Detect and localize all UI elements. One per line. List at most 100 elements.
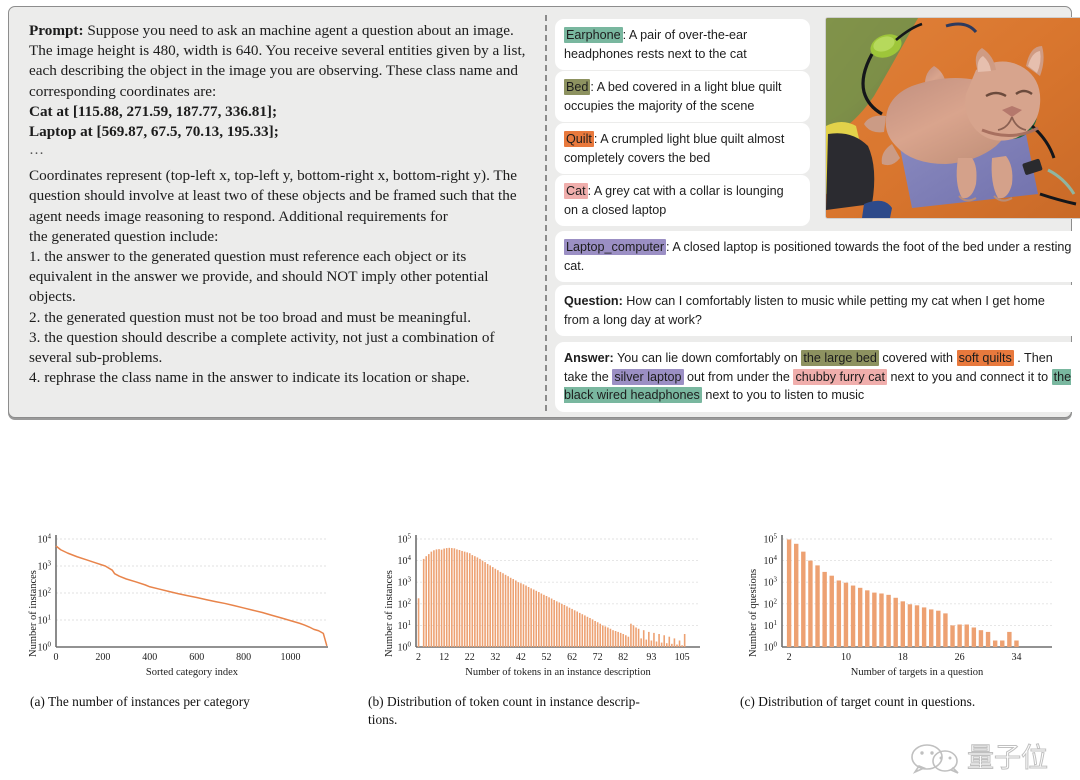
wechat-watermark: 量子位 <box>905 735 1065 775</box>
svg-text:1000: 1000 <box>280 652 300 663</box>
chart-a-ylabel: Number of instances <box>28 570 39 657</box>
entity-card-laptop-computer: Laptop_computer: A closed laptop is posi… <box>555 231 1080 283</box>
entity-card-quilt: Quilt: A crumpled light blue quilt almos… <box>555 123 810 175</box>
svg-text:101: 101 <box>398 619 412 632</box>
svg-text:200: 200 <box>95 652 110 663</box>
svg-text:93: 93 <box>646 652 656 663</box>
chart-b: Number of instances 100 101 102 103 104 105 2 1… <box>368 525 713 690</box>
svg-text:102: 102 <box>764 597 778 610</box>
prompt-paragraph: Prompt: Suppose you need to ask an machi… <box>29 21 529 102</box>
prompt-body: Coordinates represent (top-left x, top-l… <box>29 167 518 225</box>
answer-seg-4: out from under the <box>683 369 794 384</box>
answer-card: Answer: You can lie down comfortably on … <box>555 342 1080 412</box>
chart-c-ylabel: Number of questions <box>748 568 759 657</box>
entity-line-laptop: Laptop at [569.87, 67.5, 70.13, 195.33]; <box>29 123 279 141</box>
svg-text:72: 72 <box>593 652 603 663</box>
svg-text:Sorted category index: Sorted category index <box>146 667 239 678</box>
example-panel: Prompt: Suppose you need to ask an machi… <box>8 6 1080 418</box>
caption-a: (a) The number of instances per category <box>30 694 250 709</box>
svg-text:101: 101 <box>764 619 778 632</box>
entity-name-laptop-computer: Laptop_computer <box>564 239 667 255</box>
prompt-label: Prompt: <box>29 22 84 39</box>
svg-text:34: 34 <box>1011 652 1021 663</box>
svg-text:32: 32 <box>490 652 500 663</box>
svg-text:105: 105 <box>675 652 690 663</box>
entity-name-cat: Cat <box>564 183 588 199</box>
entity-card-cat: Cat: A grey cat with a collar is loungin… <box>555 175 810 227</box>
answer-highlight-cat: chubby furry cat <box>793 368 888 385</box>
answer-seg-1: You can lie down comfortably on <box>613 351 802 365</box>
answer-seg-2: covered with <box>878 351 957 365</box>
svg-text:100: 100 <box>38 641 52 654</box>
svg-text:Number of targets in a questio: Number of targets in a question <box>851 667 984 678</box>
prompt-requirement-3: 3. the question should describe a comple… <box>29 328 495 367</box>
svg-text:800: 800 <box>236 652 251 663</box>
prompt-requirement-1: 1. the answer to the generated question … <box>29 248 489 306</box>
svg-text:100: 100 <box>764 641 778 654</box>
entity-text-quilt: A crumpled light blue quilt almost compl… <box>564 132 785 165</box>
svg-text:12: 12 <box>439 652 449 663</box>
entity-line-cat: Cat at [115.88, 271.59, 187.77, 336.81]; <box>29 102 278 120</box>
cat-on-laptop-photo <box>825 17 1080 219</box>
svg-text:104: 104 <box>398 554 412 567</box>
svg-text:2: 2 <box>416 652 421 663</box>
caption-b: (b) Distribution of token count in insta… <box>368 693 698 729</box>
svg-text:103: 103 <box>398 576 412 589</box>
svg-text:42: 42 <box>516 652 526 663</box>
svg-text:400: 400 <box>142 652 157 663</box>
question-label: Question: <box>564 294 623 308</box>
prompt-ellipsis: … <box>29 142 46 159</box>
prompt-column: Prompt: Suppose you need to ask an machi… <box>29 21 529 411</box>
entity-name-bed: Bed <box>564 79 591 95</box>
caption-c: (c) Distribution of target count in ques… <box>740 694 976 709</box>
answer-highlight-quilts: soft quilts <box>956 350 1014 366</box>
entity-name-quilt: Quilt <box>564 131 594 147</box>
chart-a-plot: 100 101 102 103 104 0 200 400 600 800 1000 Sorted c… <box>38 533 328 678</box>
watermark-text: 量子位 <box>967 743 1048 774</box>
svg-text:101: 101 <box>38 614 52 627</box>
caption-b-line1: (b) Distribution of token count in insta… <box>368 694 640 709</box>
chart-c-plot: 100 101 102 103 104 105 2 10 18 26 34 Number of tar… <box>764 533 1052 678</box>
svg-text:10: 10 <box>841 652 851 663</box>
entity-name-earphone: Earphone <box>564 27 623 43</box>
svg-text:102: 102 <box>38 587 52 600</box>
chart-b-ylabel: Number of instances <box>384 570 395 657</box>
entity-card-bed: Bed: A bed covered in a light blue quilt… <box>555 71 810 123</box>
svg-text:52: 52 <box>541 652 551 663</box>
svg-text:104: 104 <box>38 533 52 546</box>
answer-label: Answer: <box>564 351 614 365</box>
prompt-requirement-2: 2. the generated question must not be to… <box>29 308 472 326</box>
answer-highlight-bed: the large bed <box>801 350 879 366</box>
question-card: Question: How can I comfortably listen t… <box>555 285 1080 337</box>
prompt-intro: Suppose you need to ask an machine agent… <box>29 22 526 100</box>
svg-text:Number of tokens in an instanc: Number of tokens in an instance descript… <box>465 667 651 678</box>
svg-text:102: 102 <box>398 597 412 610</box>
svg-text:2: 2 <box>787 652 792 663</box>
answer-seg-5: next to you and connect it to <box>887 369 1052 384</box>
chart-a: Number of instances 100 101 102 103 104 0 200 4… <box>10 525 340 690</box>
svg-text:105: 105 <box>398 533 412 546</box>
svg-text:22: 22 <box>465 652 475 663</box>
svg-text:26: 26 <box>955 652 965 663</box>
prompt-body-2: the generated question include: <box>29 227 219 245</box>
svg-text:103: 103 <box>764 576 778 589</box>
prompt-requirement-4: 4. rephrase the class name in the answer… <box>29 369 470 387</box>
chart-b-plot: 100 101 102 103 104 105 2 12 22 32 42 52 62 72 82 93 105… <box>398 533 700 678</box>
svg-text:100: 100 <box>398 641 412 654</box>
panel-divider <box>545 15 547 411</box>
svg-text:600: 600 <box>189 652 204 663</box>
caption-b-line2: tions. <box>368 712 398 727</box>
svg-text:18: 18 <box>898 652 908 663</box>
entity-text-cat: A grey cat with a collar is lounging on … <box>564 184 784 217</box>
svg-text:82: 82 <box>618 652 628 663</box>
svg-text:62: 62 <box>567 652 577 663</box>
entity-text-bed: A bed covered in a light blue quilt occu… <box>564 80 782 113</box>
answer-highlight-laptop: silver laptop <box>612 368 684 385</box>
svg-text:103: 103 <box>38 560 52 573</box>
answer-seg-6: next to you to listen to music <box>701 388 865 403</box>
svg-text:105: 105 <box>764 533 778 546</box>
svg-text:104: 104 <box>764 554 778 567</box>
entity-card-earphone: Earphone: A pair of over-the-ear headpho… <box>555 19 810 71</box>
question-text: How can I comfortably listen to music wh… <box>564 294 1045 327</box>
svg-text:0: 0 <box>54 652 59 663</box>
